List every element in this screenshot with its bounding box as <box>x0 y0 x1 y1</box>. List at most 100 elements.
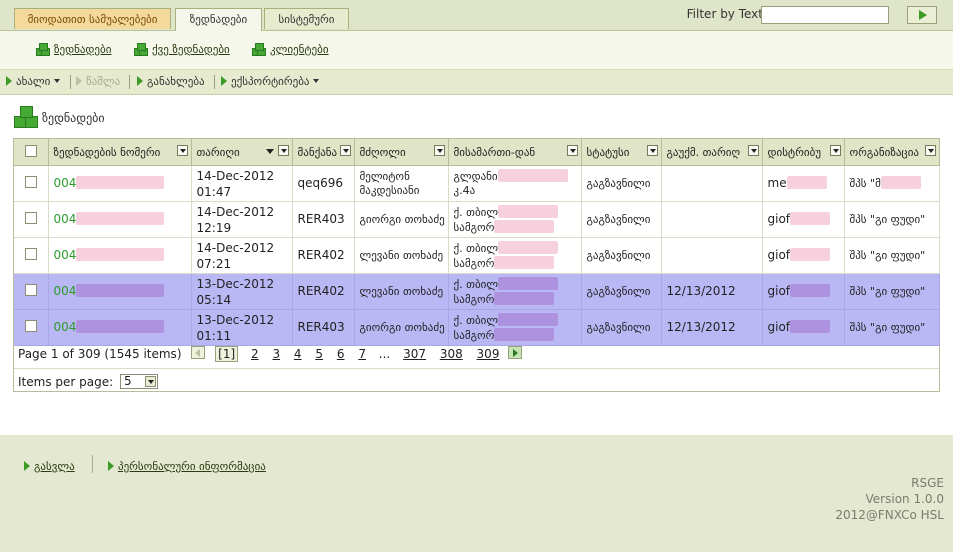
row-checkbox[interactable] <box>24 211 37 224</box>
cell-driver: გიორგი თოხაძე <box>354 309 449 346</box>
export-button[interactable]: ექსპორტირება <box>221 75 320 88</box>
table-row[interactable]: 004 14-Dec-2012 12:19 RER403 გიორგი თოხაძ… <box>14 201 940 238</box>
redacted-block <box>880 176 921 189</box>
tab-waybills[interactable]: ზედნადები <box>175 8 262 31</box>
redacted-block <box>790 320 831 333</box>
row-checkbox-cell[interactable] <box>14 237 49 274</box>
column-header-label: მისამართი-დან <box>453 145 536 159</box>
row-checkbox[interactable] <box>24 283 37 296</box>
copyright: 2012@FNXCo HSL <box>835 508 944 522</box>
date-text: 13-Dec-2012 <box>196 312 275 327</box>
cell-driver: მელიტონ მაკდესიანი <box>354 165 449 202</box>
pager-page-link[interactable]: 5 <box>315 347 323 361</box>
redacted-block <box>498 204 559 218</box>
column-header-label: სტატუსი <box>586 145 630 159</box>
app-name: RSGE <box>911 476 944 490</box>
logout-link[interactable]: გასვლა <box>24 460 75 473</box>
table-row[interactable]: 004 14-Dec-2012 07:21 RER402 ლევანი თოხაძ… <box>14 237 940 274</box>
column-header-date[interactable]: თარიღი <box>191 139 293 166</box>
column-header-number[interactable]: ზედნადების ნომერი <box>48 139 192 166</box>
cell-cancel-date: 12/13/2012 <box>661 273 763 310</box>
address-line: სამგორ <box>453 328 495 342</box>
filter-dropdown-icon[interactable] <box>747 145 759 156</box>
cell-car: RER403 <box>292 309 355 346</box>
filter-input[interactable] <box>761 6 889 24</box>
items-per-page-select[interactable]: 5 <box>119 374 158 389</box>
submenu-sub-waybills[interactable]: ქვე ზედნადები <box>134 43 230 56</box>
submenu-waybills[interactable]: ზედნადები <box>36 43 111 56</box>
filter-dropdown-icon[interactable] <box>646 145 658 156</box>
personal-info-link[interactable]: პერსონალური ინფორმაცია <box>108 460 266 473</box>
pager-page-link[interactable]: 4 <box>294 347 302 361</box>
row-checkbox-cell[interactable] <box>14 309 49 346</box>
pager-summary: Page 1 of 309 (1545 items) <box>18 347 182 361</box>
waybill-grid: ზედნადების ნომერი თარიღი მანქანა მძღოლი … <box>13 138 940 392</box>
column-header-driver[interactable]: მძღოლი <box>354 139 449 166</box>
pager-page-link[interactable]: 307 <box>403 347 426 361</box>
new-button[interactable]: ახალი <box>6 75 61 88</box>
row-checkbox[interactable] <box>24 175 37 188</box>
waybill-table: ზედნადების ნომერი თარიღი მანქანა მძღოლი … <box>14 139 940 346</box>
delete-button[interactable]: წაშლა <box>76 75 120 88</box>
cell-date: 13-Dec-2012 01:11 <box>191 309 293 346</box>
submenu-clients[interactable]: კლიენტები <box>252 43 329 56</box>
filter-dropdown-icon[interactable] <box>433 145 445 156</box>
filter-dropdown-icon[interactable] <box>277 145 289 156</box>
refresh-button[interactable]: განახლება <box>137 75 205 88</box>
column-header-distributor[interactable]: დისტრიბუ <box>762 139 845 166</box>
column-header-car[interactable]: მანქანა <box>292 139 355 166</box>
redacted-block <box>76 176 165 189</box>
filter-dropdown-icon[interactable] <box>924 145 936 156</box>
cell-number: 004 <box>48 201 192 238</box>
date-text: 13-Dec-2012 <box>196 276 275 291</box>
select-all-checkbox[interactable] <box>24 144 37 157</box>
pager-prev-button[interactable] <box>191 346 206 359</box>
filter-dropdown-icon[interactable] <box>566 145 578 156</box>
table-row-selected[interactable]: 004 13-Dec-2012 05:14 RER402 ლევანი თოხაძ… <box>14 273 940 310</box>
redacted-block <box>497 169 568 182</box>
order-number: 004 <box>53 176 77 190</box>
address-line: გლდანი <box>453 170 498 183</box>
filter-go-button[interactable] <box>907 6 937 24</box>
pager-page-link[interactable]: 3 <box>272 347 280 361</box>
filter-dropdown-icon[interactable] <box>339 145 351 156</box>
table-row[interactable]: 004 14-Dec-2012 01:47 qeq696 მელიტონ მაკდ… <box>14 165 940 202</box>
cell-organization: შპს "მ <box>844 165 940 202</box>
pager-page-link[interactable]: 309 <box>477 347 500 361</box>
row-checkbox-cell[interactable] <box>14 165 49 202</box>
distributor-text: giof <box>767 320 791 334</box>
header-select-all[interactable] <box>14 139 49 166</box>
filter-dropdown-icon[interactable] <box>176 145 188 156</box>
pager-page-link[interactable]: 308 <box>440 347 463 361</box>
address-line: ქ. თბილ <box>453 277 499 291</box>
pager-page-link[interactable]: 6 <box>337 347 345 361</box>
play-icon <box>108 461 114 471</box>
cell-distributor: giof <box>762 309 845 346</box>
redacted-block <box>494 291 555 305</box>
column-header-organization[interactable]: ორგანიზაცია <box>844 139 940 166</box>
row-checkbox-cell[interactable] <box>14 273 49 310</box>
table-row-selected[interactable]: 004 13-Dec-2012 01:11 RER403 გიორგი თოხაძ… <box>14 309 940 346</box>
pager-page-link[interactable]: 7 <box>358 347 366 361</box>
redacted-block <box>498 312 559 326</box>
pager-page-link[interactable]: 2 <box>251 347 259 361</box>
toolbar-divider <box>129 75 130 89</box>
column-header-address[interactable]: მისამართი-დან <box>448 139 582 166</box>
row-checkbox[interactable] <box>24 247 37 260</box>
tab-home-tools[interactable]: მიოდათით სამუალებები <box>14 8 171 29</box>
column-header-cancel-date[interactable]: გაუქმ. თარიღ <box>661 139 763 166</box>
cell-organization: შპს "გი ფუდი" <box>844 273 940 310</box>
chevron-down-icon[interactable] <box>144 376 156 387</box>
row-checkbox-cell[interactable] <box>14 201 49 238</box>
redacted-block <box>790 284 831 297</box>
redacted-block <box>786 176 827 189</box>
redacted-block <box>498 240 559 254</box>
time-text: 07:21 <box>196 256 232 271</box>
pager-next-button[interactable] <box>508 346 523 359</box>
delete-label: წაშლა <box>86 75 121 88</box>
row-checkbox[interactable] <box>24 319 37 332</box>
tab-system[interactable]: სისტემური <box>264 8 349 29</box>
cell-address: ქ. თბილ სამგორ <box>448 273 582 310</box>
column-header-status[interactable]: სტატუსი <box>581 139 662 166</box>
filter-dropdown-icon[interactable] <box>829 145 841 156</box>
